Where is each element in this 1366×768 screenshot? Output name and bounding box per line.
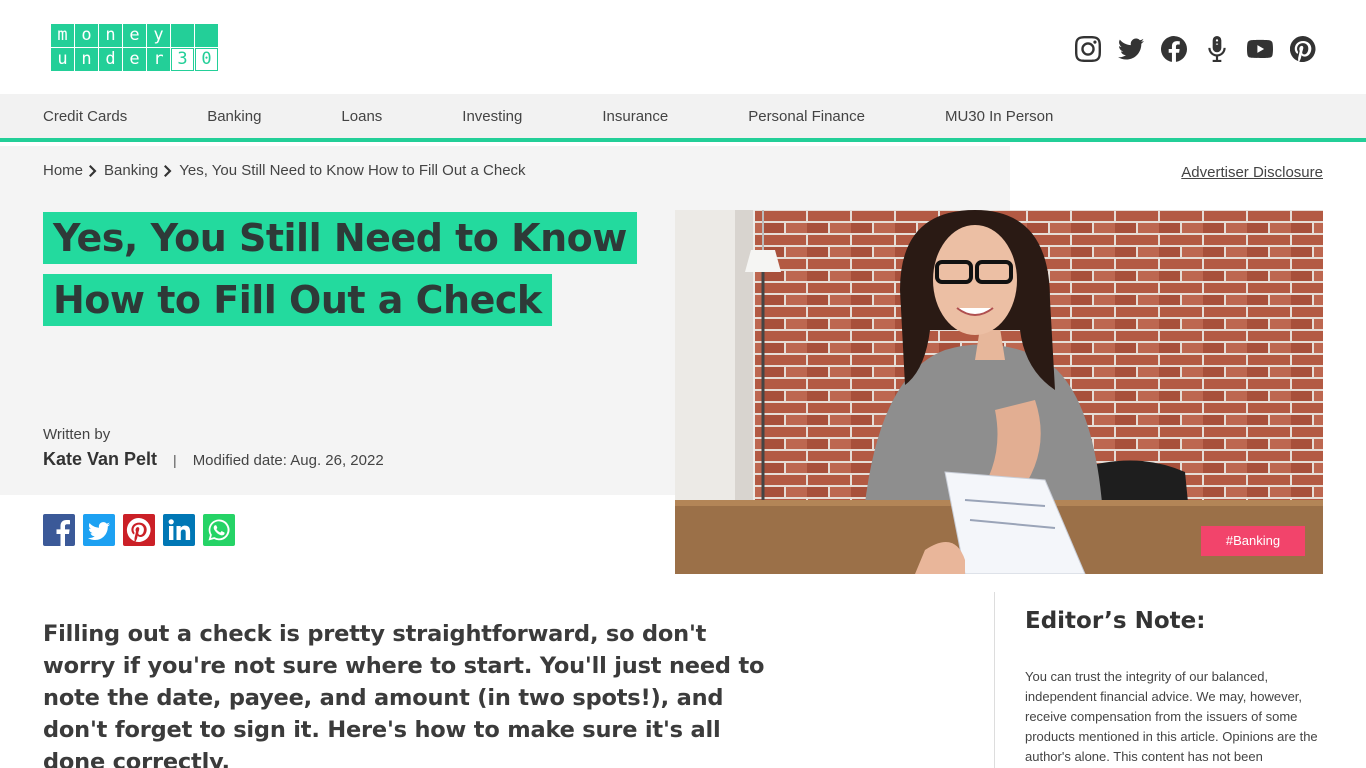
logo-cell: [195, 24, 218, 47]
logo-letter: e: [123, 48, 146, 71]
logo-letter: e: [123, 24, 146, 47]
page-title: Yes, You Still Need to Know How to Fill …: [43, 212, 663, 336]
microphone-icon[interactable]: [1204, 36, 1230, 62]
pinterest-share-icon[interactable]: [123, 514, 155, 546]
advertiser-disclosure-link[interactable]: Advertiser Disclosure: [1181, 164, 1323, 181]
editor-note-text: You can trust the integrity of our balan…: [1025, 669, 1318, 764]
byline: Kate Van Pelt | Modified date: Aug. 26, …: [43, 449, 384, 470]
breadcrumb-current: Yes, You Still Need to Know How to Fill …: [179, 162, 526, 179]
site-logo[interactable]: m o n e y u n d e r 3 0: [51, 24, 218, 71]
nav-item-personal-finance[interactable]: Personal Finance: [748, 108, 865, 125]
social-links: [1075, 36, 1316, 62]
editor-note-title: Editor’s Note:: [1025, 608, 1206, 634]
whatsapp-share-icon[interactable]: [203, 514, 235, 546]
chevron-right-icon: [164, 164, 173, 177]
author-link[interactable]: Kate Van Pelt: [43, 449, 157, 470]
nav-item-investing[interactable]: Investing: [462, 108, 522, 125]
facebook-share-icon[interactable]: [43, 514, 75, 546]
logo-letter: n: [99, 24, 122, 47]
logo-letter: u: [51, 48, 74, 71]
nav-item-loans[interactable]: Loans: [341, 108, 382, 125]
share-buttons: [43, 514, 235, 546]
byline-separator: |: [173, 452, 177, 468]
logo-letter: o: [75, 24, 98, 47]
instagram-icon[interactable]: [1075, 36, 1101, 62]
youtube-icon[interactable]: [1247, 36, 1273, 62]
nav-item-insurance[interactable]: Insurance: [602, 108, 668, 125]
logo-letter: m: [51, 24, 74, 47]
logo-letter: r: [147, 48, 170, 71]
facebook-icon[interactable]: [1161, 36, 1187, 62]
twitter-share-icon[interactable]: [83, 514, 115, 546]
site-header: m o n e y u n d e r 3 0: [0, 0, 1366, 94]
breadcrumb-home[interactable]: Home: [43, 162, 83, 179]
sidebar-divider: [994, 592, 995, 768]
hero-image: [675, 210, 1323, 574]
category-tag[interactable]: #Banking: [1201, 526, 1305, 556]
twitter-icon[interactable]: [1118, 36, 1144, 62]
article-lead: Filling out a check is pretty straightfo…: [43, 621, 765, 768]
title-line: Yes, You Still Need to Know: [43, 212, 637, 264]
nav-item-mu30-in-person[interactable]: MU30 In Person: [945, 108, 1053, 125]
pinterest-icon[interactable]: [1290, 36, 1316, 62]
nav-item-credit-cards[interactable]: Credit Cards: [43, 108, 127, 125]
title-line: How to Fill Out a Check: [43, 274, 552, 326]
logo-letter: n: [75, 48, 98, 71]
main-nav: Credit Cards Banking Loans Investing Ins…: [0, 94, 1366, 142]
logo-letter: y: [147, 24, 170, 47]
breadcrumb: Home Banking Yes, You Still Need to Know…: [43, 162, 526, 179]
written-by-label: Written by: [43, 426, 111, 443]
logo-letter: 0: [195, 48, 218, 71]
breadcrumb-banking[interactable]: Banking: [104, 162, 158, 179]
logo-cell: [171, 24, 194, 47]
linkedin-share-icon[interactable]: [163, 514, 195, 546]
logo-letter: 3: [171, 48, 194, 71]
modified-date: Modified date: Aug. 26, 2022: [192, 452, 384, 469]
chevron-right-icon: [89, 164, 98, 177]
nav-item-banking[interactable]: Banking: [207, 108, 261, 125]
logo-letter: d: [99, 48, 122, 71]
